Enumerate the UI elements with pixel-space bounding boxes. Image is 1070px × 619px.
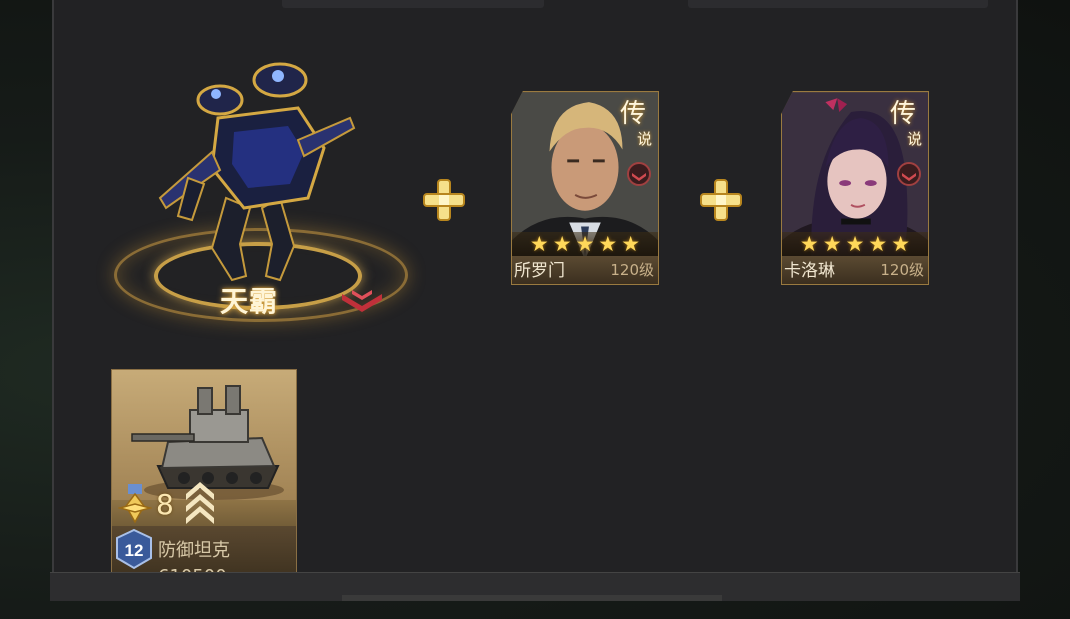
hero-level: 120级 bbox=[880, 261, 924, 279]
star-rating: ★ ★ ★ ★ ★ bbox=[782, 232, 928, 256]
hero-card[interactable]: 传 说 ★ ★ ★ ★ ★ 卡洛琳 120级 bbox=[781, 91, 929, 285]
star-icon: ★ bbox=[552, 231, 572, 256]
rarity-legendary-bottom: 说 bbox=[906, 130, 922, 148]
hero-name: 所罗门 bbox=[514, 261, 565, 281]
top-tab-bar bbox=[688, 0, 988, 8]
star-icon: ★ bbox=[799, 231, 819, 256]
medal-icon bbox=[118, 484, 152, 524]
faction-emblem-icon bbox=[627, 162, 651, 186]
hero-level: 120级 bbox=[610, 261, 654, 279]
star-icon: ★ bbox=[845, 231, 865, 256]
faction-emblem-icon bbox=[897, 162, 921, 186]
star-icon: ★ bbox=[529, 231, 549, 256]
hero-footer: 卡洛琳 120级 bbox=[782, 256, 928, 284]
rarity-legendary-top: 传 bbox=[619, 99, 646, 129]
hero-name: 卡洛琳 bbox=[784, 261, 835, 281]
star-icon: ★ bbox=[575, 231, 595, 256]
tank-card[interactable]: 8 12 防御坦克 610500 bbox=[111, 369, 297, 579]
mech-name: 天霸 bbox=[220, 285, 279, 318]
mech-unit[interactable]: 天霸 bbox=[108, 48, 408, 338]
tank-tier: 8 bbox=[156, 488, 174, 521]
star-icon: ★ bbox=[868, 231, 888, 256]
tank-stat-row: 8 bbox=[112, 478, 296, 526]
mech-figure bbox=[158, 62, 356, 282]
rank-chevron-icon bbox=[342, 290, 382, 312]
star-rating: ★ ★ ★ ★ ★ bbox=[512, 232, 658, 256]
hero-footer: 所罗门 120级 bbox=[512, 256, 658, 284]
plus-icon bbox=[697, 176, 745, 224]
top-tab-bar bbox=[282, 0, 544, 8]
rarity-legendary-bottom: 说 bbox=[636, 130, 652, 148]
tank-level: 12 bbox=[125, 541, 144, 560]
bottom-bar bbox=[50, 572, 1020, 601]
star-icon: ★ bbox=[822, 231, 842, 256]
rarity-badge: 传 说 bbox=[612, 100, 654, 158]
level-shield-icon: 12 bbox=[116, 528, 152, 570]
rarity-legendary-top: 传 bbox=[889, 99, 916, 129]
star-icon: ★ bbox=[621, 231, 641, 256]
plus-icon bbox=[420, 176, 468, 224]
star-icon: ★ bbox=[891, 231, 911, 256]
rarity-badge: 传 说 bbox=[882, 100, 924, 158]
star-icon: ★ bbox=[598, 231, 618, 256]
hero-card[interactable]: 传 说 ★ ★ ★ ★ ★ 所罗门 120级 bbox=[511, 91, 659, 285]
rank-chevrons-icon bbox=[186, 482, 214, 524]
bottom-bar-notch bbox=[342, 595, 722, 601]
tank-name: 防御坦克 bbox=[158, 540, 230, 561]
